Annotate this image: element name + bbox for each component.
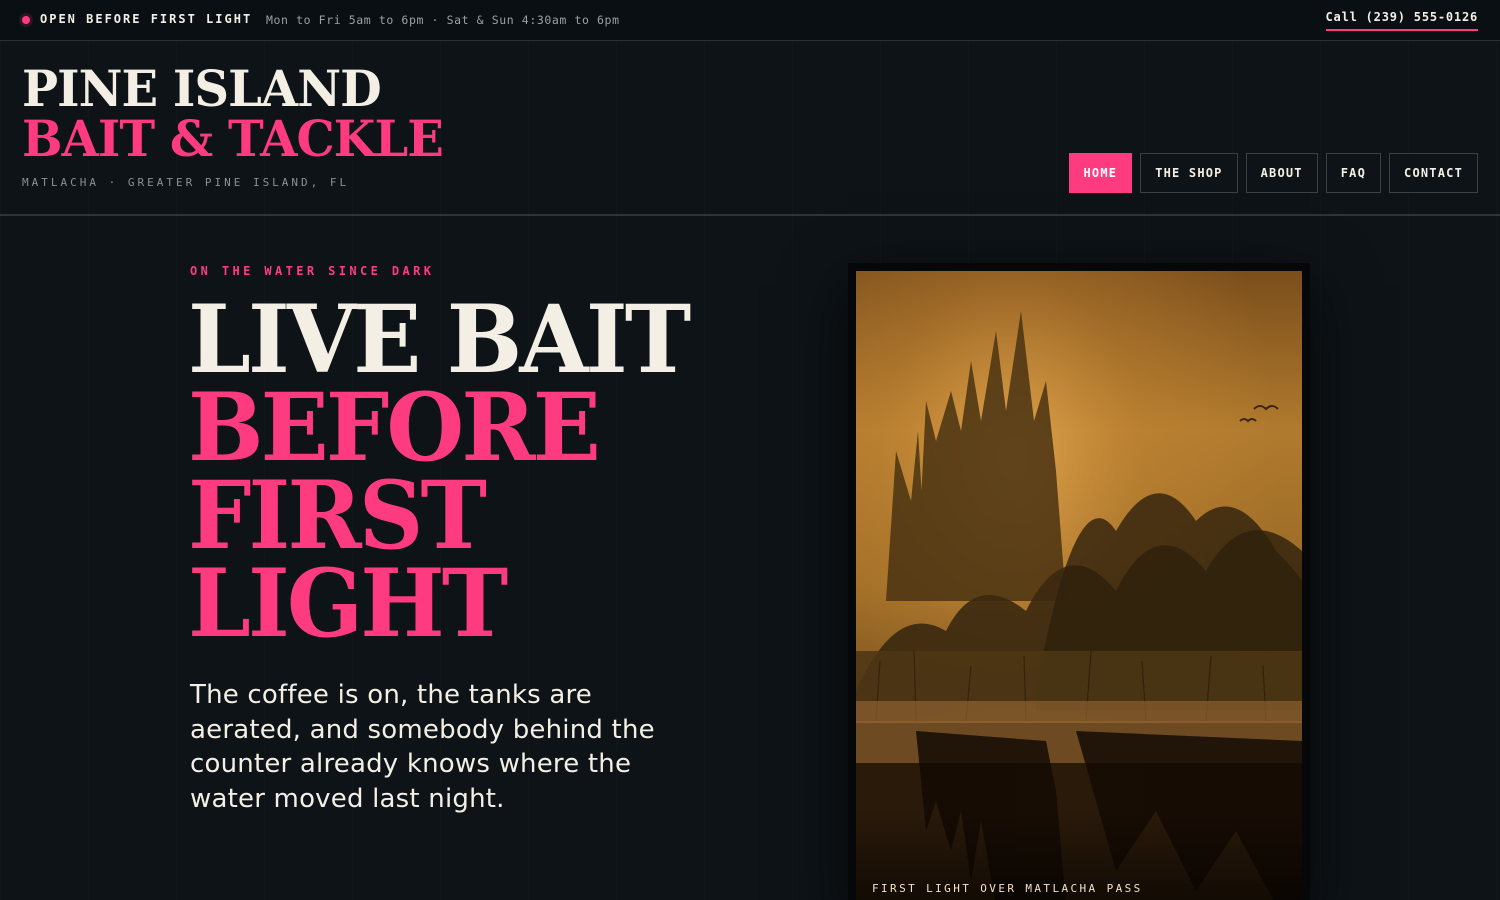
hero-copy: The coffee is on, the tanks are aerated,… [190, 680, 655, 814]
headline-line-1: LIVE BAIT [188, 285, 691, 395]
hero-photo: FIRST LIGHT OVER MATLACHA PASS [856, 271, 1302, 900]
nav-contact[interactable]: CONTACT [1389, 153, 1478, 193]
hero-headline: LIVE BAIT BEFORE FIRST LIGHT [188, 285, 715, 659]
headline-line-3: FIRST [188, 461, 487, 571]
top-bar: OPEN BEFORE FIRST LIGHT Mon to Fri 5am t… [0, 0, 1500, 41]
nav-the-shop[interactable]: THE SHOP [1140, 153, 1238, 193]
open-status-dot-icon [22, 16, 30, 24]
headline-line-2: BEFORE [188, 373, 601, 483]
site-header: PINE ISLAND BAIT & TACKLE MATLACHA · GRE… [0, 41, 1500, 216]
sunrise-marsh-illustration [856, 271, 1302, 900]
open-status-text: OPEN BEFORE FIRST LIGHT [40, 12, 253, 26]
hero-eyebrow: ON THE WATER SINCE DARK [190, 264, 435, 278]
photo-caption: FIRST LIGHT OVER MATLACHA PASS [872, 882, 1143, 895]
nav-about[interactable]: ABOUT [1245, 153, 1318, 193]
hero-photo-frame: FIRST LIGHT OVER MATLACHA PASS [848, 263, 1310, 900]
main-nav: HOME THE SHOP ABOUT FAQ CONTACT [1068, 153, 1478, 193]
brand-name-line1[interactable]: PINE ISLAND [22, 63, 382, 115]
headline-line-4: LIGHT [188, 549, 508, 659]
brand-name-line2[interactable]: BAIT & TACKLE [22, 113, 444, 165]
store-hours: Mon to Fri 5am to 6pm · Sat & Sun 4:30am… [266, 13, 620, 27]
brand-location: MATLACHA · GREATER PINE ISLAND, FL [22, 176, 350, 189]
call-phone-link[interactable]: Call (239) 555-0126 [1325, 10, 1478, 31]
nav-home[interactable]: HOME [1068, 153, 1133, 193]
nav-faq[interactable]: FAQ [1325, 153, 1382, 193]
